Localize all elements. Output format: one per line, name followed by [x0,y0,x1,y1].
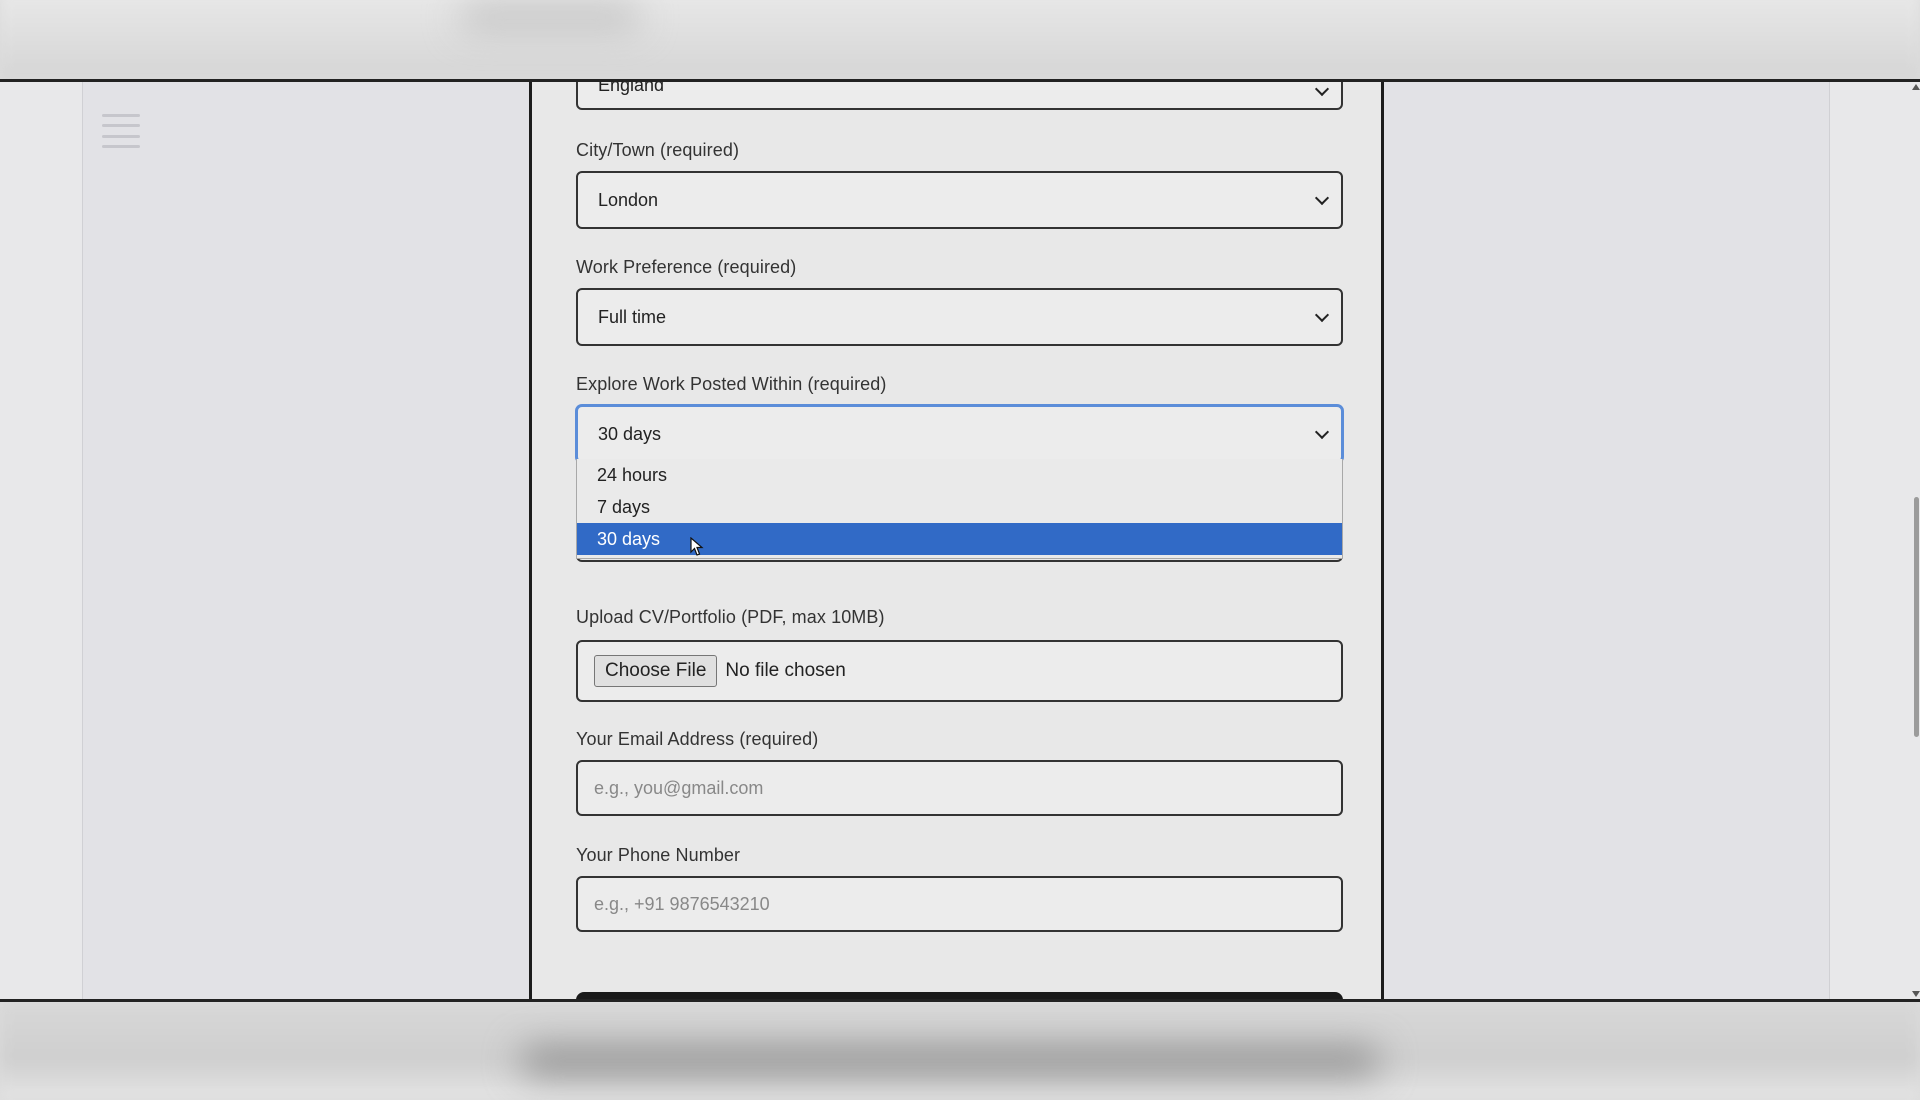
chevron-down-icon [1314,424,1330,440]
city-label: City/Town (required) [576,140,740,160]
upload-label: Upload CV/Portfolio (PDF, max 10MB) [576,607,885,627]
choose-file-button[interactable]: Choose File [594,655,718,687]
scroll-up-icon[interactable] [1912,84,1920,90]
application-form: England City/Town (required) London Work… [529,82,1384,999]
hamburger-menu-icon[interactable] [102,114,140,148]
scrollbar[interactable] [1912,82,1920,999]
email-input[interactable]: e.g., you@gmail.com [576,760,1343,816]
phone-placeholder: e.g., +91 9876543210 [594,893,770,914]
scroll-down-icon[interactable] [1912,991,1920,997]
chevron-down-icon [1314,190,1330,206]
phone-label: Your Phone Number [576,845,741,865]
work-preference-select[interactable]: Full time [576,288,1343,346]
posted-within-value: 30 days [598,423,662,444]
dropdown-option[interactable]: 7 days [577,491,1342,523]
file-status: No file chosen [725,660,846,681]
country-select-value: England [598,79,665,95]
right-sidebar [1384,82,1830,999]
country-select[interactable]: England [576,79,1343,110]
submit-button[interactable] [576,992,1343,999]
browser-viewport: England City/Town (required) London Work… [0,79,1920,1002]
scrollbar-thumb[interactable] [1914,497,1919,737]
dropdown-option[interactable]: 24 hours [577,459,1342,491]
mouse-pointer-icon [690,537,704,556]
work-preference-value: Full time [598,306,667,327]
posted-within-select[interactable]: 30 days [576,405,1343,463]
city-select-value: London [598,189,659,210]
email-label: Your Email Address (required) [576,729,819,749]
city-select[interactable]: London [576,171,1343,229]
blurred-shape [520,1048,1380,1074]
posted-within-label: Explore Work Posted Within (required) [576,374,887,394]
blurred-top-area [0,0,1920,80]
phone-input[interactable]: e.g., +91 9876543210 [576,876,1343,932]
file-upload-field[interactable]: Choose File No file chosen [576,640,1343,702]
work-preference-label: Work Preference (required) [576,257,797,277]
blurred-shape [460,6,640,28]
email-placeholder: e.g., you@gmail.com [594,777,764,798]
left-sidebar [82,82,530,999]
chevron-down-icon [1314,307,1330,323]
chevron-down-icon [1314,82,1330,97]
